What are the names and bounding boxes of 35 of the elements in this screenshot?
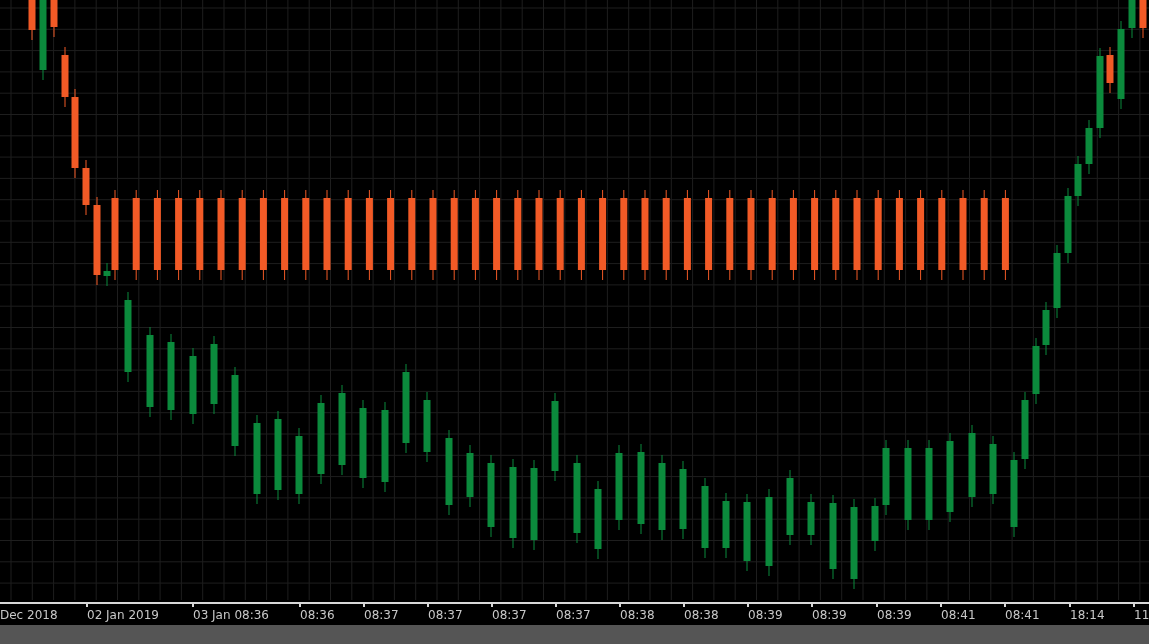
rising-candle <box>1085 119 1093 175</box>
rising-candle <box>807 493 815 546</box>
axis-label: 08:38 <box>684 608 719 622</box>
falling-candle <box>50 0 58 38</box>
axis-label: 08:36 <box>300 608 335 622</box>
rising-candle <box>103 262 111 287</box>
rising-candle <box>871 497 879 552</box>
axis-label: 08:38 <box>620 608 655 622</box>
rising-candle <box>1074 155 1082 207</box>
axis-label: 11 <box>1134 608 1149 622</box>
axis-label: 08:37 <box>556 608 591 622</box>
falling-candle <box>61 46 69 108</box>
axis-label: 08:39 <box>877 608 912 622</box>
axis-label: 08:37 <box>428 608 463 622</box>
axis-label: 02 Jan 2019 <box>87 608 159 622</box>
falling-candle <box>28 0 36 41</box>
axis-label: 08:39 <box>812 608 847 622</box>
rising-candle <box>423 391 431 463</box>
rising-candle <box>1032 337 1040 405</box>
falling-candle <box>1139 0 1147 39</box>
rising-candle <box>466 444 474 508</box>
rising-candle <box>722 492 730 559</box>
rising-candle <box>1042 301 1050 356</box>
axis-label: 08:41 <box>941 608 976 622</box>
axis-label: 08:41 <box>1005 608 1040 622</box>
axis-label: 08:37 <box>492 608 527 622</box>
axis-label: 08:37 <box>364 608 399 622</box>
axis-label: 18:14 <box>1070 608 1105 622</box>
axis-label: 08:39 <box>748 608 783 622</box>
axis-label: 03 Jan 08:36 <box>193 608 269 622</box>
rising-candle <box>989 435 997 505</box>
falling-candle <box>82 159 90 216</box>
axis-label: Dec 2018 <box>0 608 58 622</box>
falling-candle <box>1106 46 1114 94</box>
rising-candle <box>1128 0 1136 39</box>
